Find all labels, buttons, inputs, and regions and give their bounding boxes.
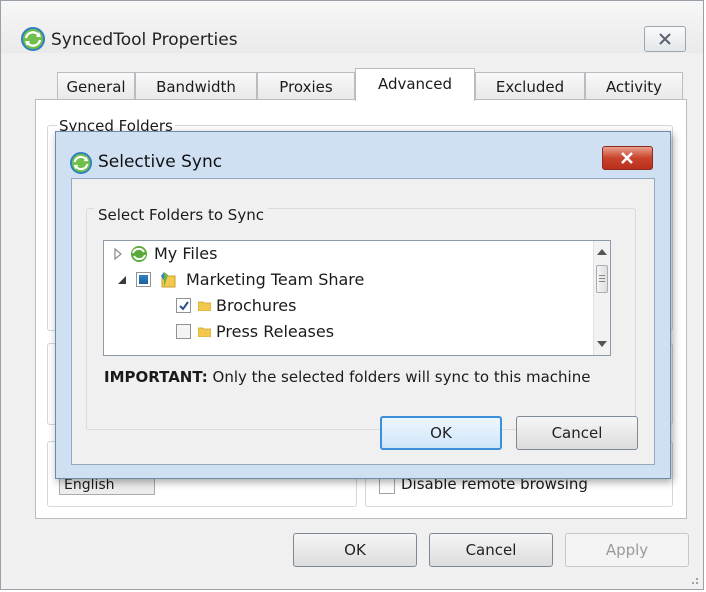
sync-app-icon [70, 152, 92, 174]
language-value: English [64, 477, 115, 493]
tab-bandwidth[interactable]: Bandwidth [135, 72, 257, 100]
tree-item-brochures[interactable]: Brochures [104, 293, 594, 319]
sync-globe-icon [131, 246, 147, 262]
important-prefix: IMPORTANT: [104, 368, 208, 386]
tree-item-my-files[interactable]: My Files [104, 241, 594, 267]
folder-tree[interactable]: My Files Marketing Team Share Brochures … [103, 240, 611, 356]
partial-check-mark [139, 275, 148, 284]
select-folders-label: Select Folders to Sync [94, 206, 268, 224]
cancel-button[interactable]: Cancel [429, 533, 553, 567]
scroll-up-icon[interactable] [597, 249, 607, 255]
important-text: Only the selected folders will sync to t… [207, 368, 591, 386]
disable-remote-browsing-checkbox[interactable] [379, 478, 395, 494]
tree-item-label: Marketing Team Share [186, 270, 365, 289]
expand-arrow-icon[interactable] [112, 248, 124, 260]
dialog-ok-button[interactable]: OK [380, 416, 502, 450]
tree-item-label: Brochures [216, 296, 297, 315]
ok-button[interactable]: OK [293, 533, 417, 567]
checked-checkbox[interactable] [176, 298, 191, 313]
tree-scrollbar[interactable] [593, 241, 610, 355]
unchecked-checkbox[interactable] [176, 324, 191, 339]
dialog-title: Selective Sync [98, 152, 223, 172]
tree-item-label: My Files [154, 244, 218, 263]
properties-window: SyncedTool Properties General Bandwidth … [0, 0, 704, 590]
tab-activity[interactable]: Activity [585, 72, 683, 100]
tree-item-press-releases[interactable]: Press Releases [104, 319, 594, 345]
synced-tool-app-icon [21, 27, 45, 51]
shared-folder-icon [161, 272, 176, 288]
selective-sync-dialog: Selective Sync Select Folders to Sync My… [55, 131, 671, 479]
check-icon [179, 301, 189, 311]
close-icon [621, 152, 633, 164]
apply-button[interactable]: Apply [565, 533, 689, 567]
tab-excluded[interactable]: Excluded [475, 72, 585, 100]
tab-general[interactable]: General [57, 72, 135, 100]
window-close-button[interactable] [644, 26, 686, 52]
dialog-close-button[interactable] [602, 146, 653, 170]
resize-grip-icon[interactable] [687, 573, 699, 585]
title-bar[interactable]: SyncedTool Properties [1, 1, 703, 53]
tree-item-label: Press Releases [216, 322, 335, 341]
partial-checkbox[interactable] [136, 272, 151, 287]
tab-proxies[interactable]: Proxies [257, 72, 355, 100]
close-icon [659, 33, 671, 45]
scroll-down-icon[interactable] [597, 341, 607, 347]
window-title: SyncedTool Properties [51, 30, 238, 50]
collapse-arrow-icon[interactable] [116, 274, 128, 286]
tab-advanced[interactable]: Advanced [355, 68, 475, 101]
scroll-thumb[interactable] [596, 265, 608, 293]
important-notice: IMPORTANT: Only the selected folders wil… [104, 368, 590, 386]
tree-item-marketing-team-share[interactable]: Marketing Team Share [104, 267, 594, 293]
folder-icon [198, 301, 211, 311]
dialog-cancel-button[interactable]: Cancel [516, 416, 638, 450]
folder-icon [198, 327, 211, 337]
